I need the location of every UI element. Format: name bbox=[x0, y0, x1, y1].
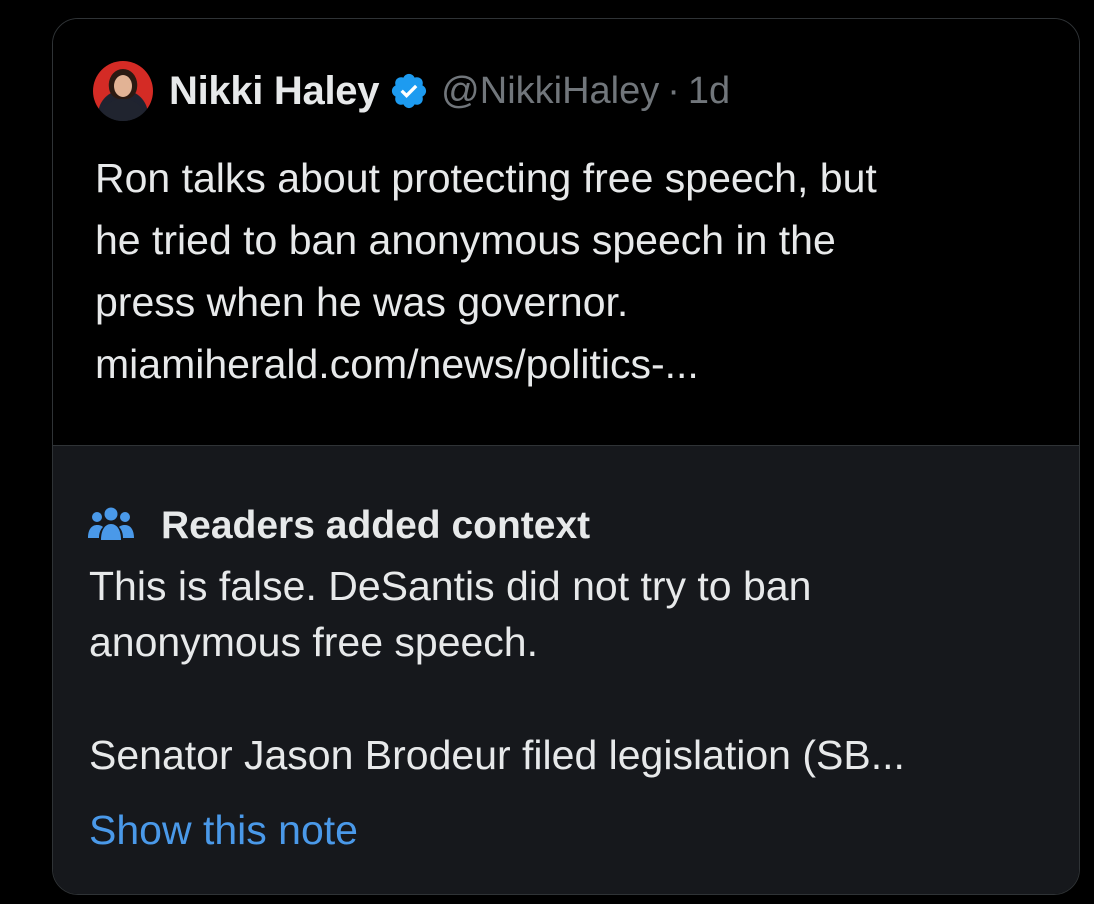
community-note-header: Readers added context bbox=[87, 504, 590, 548]
post-header: Nikki Haley @NikkiHaley · 1d bbox=[93, 61, 730, 121]
note-text-line: anonymous free speech. bbox=[89, 619, 538, 665]
separator-dot: · bbox=[667, 69, 680, 112]
note-text-line: This is false. DeSantis did not try to b… bbox=[89, 563, 812, 609]
post-text-line: press when he was governor. bbox=[95, 279, 629, 325]
post-link[interactable]: miamiherald.com/news/politics-... bbox=[95, 333, 1055, 395]
note-text-line: Senator Jason Brodeur filed legislation … bbox=[89, 732, 905, 778]
post[interactable]: Nikki Haley @NikkiHaley · 1d Ron talks a… bbox=[53, 19, 1079, 445]
avatar[interactable] bbox=[93, 61, 153, 121]
post-text: Ron talks about protecting free speech, … bbox=[95, 147, 1055, 395]
post-text-line: Ron talks about protecting free speech, … bbox=[95, 155, 877, 201]
post-timestamp[interactable]: 1d bbox=[688, 70, 730, 113]
author-handle[interactable]: @NikkiHaley bbox=[441, 70, 659, 113]
post-text-line: he tried to ban anonymous speech in the bbox=[95, 217, 836, 263]
people-icon bbox=[87, 506, 135, 546]
verified-badge-icon bbox=[389, 71, 429, 111]
community-note-title: Readers added context bbox=[161, 504, 591, 547]
show-this-note-link[interactable]: Show this note bbox=[89, 807, 358, 854]
community-note-body: This is false. DeSantis did not try to b… bbox=[89, 558, 1049, 783]
community-note[interactable]: Readers added context This is false. DeS… bbox=[53, 445, 1079, 894]
quoted-post-card[interactable]: Nikki Haley @NikkiHaley · 1d Ron talks a… bbox=[52, 18, 1080, 895]
author-name[interactable]: Nikki Haley bbox=[169, 69, 379, 114]
